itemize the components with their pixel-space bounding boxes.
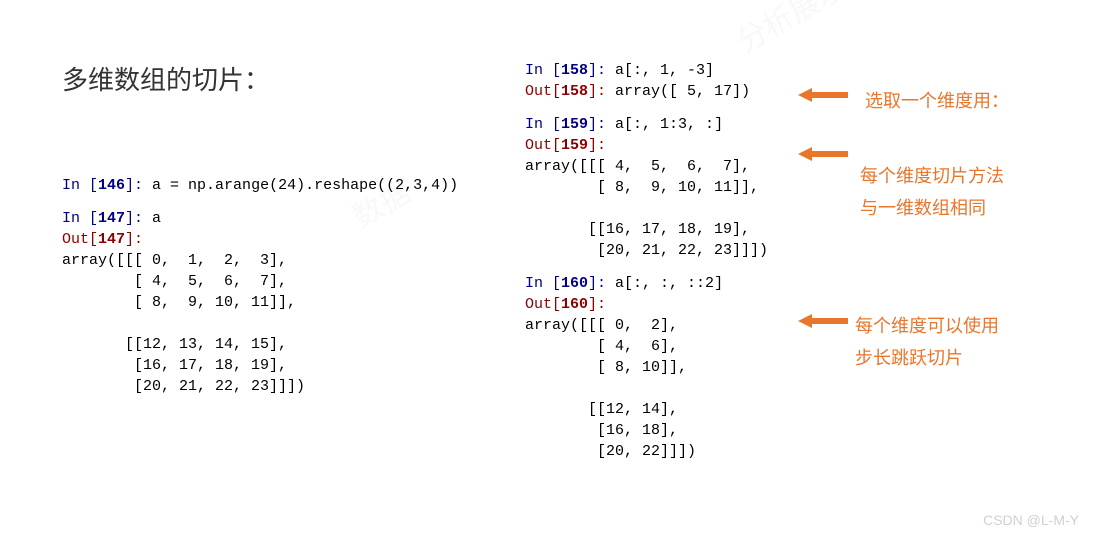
out-prompt-suffix: ]: (588, 83, 615, 100)
in-prompt-prefix: In [ (62, 177, 98, 194)
annotation-3: 每个维度可以使用 步长跳跃切片 (855, 310, 999, 375)
code-cell-158: In [158]: a[:, 1, -3] Out[158]: array([ … (525, 60, 768, 102)
in-prompt-number: 146 (98, 177, 125, 194)
code-content: a[:, 1, -3] (615, 62, 714, 79)
annotation-line: 每个维度可以使用 (855, 310, 999, 342)
in-prompt-prefix: In [ (525, 116, 561, 133)
code-content: a = np.arange(24).reshape((2,3,4)) (152, 177, 458, 194)
in-prompt-suffix: ]: (125, 177, 152, 194)
right-code-column: In [158]: a[:, 1, -3] Out[158]: array([ … (525, 60, 768, 474)
page-title: 多维数组的切片： (62, 60, 270, 97)
in-prompt-suffix: ]: (125, 210, 152, 227)
code-content: a (152, 210, 161, 227)
out-prompt-number: 160 (561, 296, 588, 313)
output-array: array([[[ 0, 1, 2, 3], [ 4, 5, 6, 7], [ … (62, 250, 458, 397)
out-prompt-number: 159 (561, 137, 588, 154)
in-prompt-number: 160 (561, 275, 588, 292)
out-prompt-prefix: Out[ (525, 83, 561, 100)
in-prompt-number: 158 (561, 62, 588, 79)
footer-credit: CSDN @L-M-Y (983, 512, 1079, 528)
out-prompt-prefix: Out[ (525, 296, 561, 313)
arrow-icon (798, 314, 848, 328)
code-cell-160: In [160]: a[:, :, ::2] Out[160]: array([… (525, 273, 768, 462)
in-prompt-prefix: In [ (62, 210, 98, 227)
out-prompt-number: 158 (561, 83, 588, 100)
in-prompt-prefix: In [ (525, 275, 561, 292)
annotation-line: 每个维度切片方法 (860, 160, 1004, 192)
in-prompt-suffix: ]: (588, 62, 615, 79)
in-prompt-number: 147 (98, 210, 125, 227)
in-prompt-suffix: ]: (588, 275, 615, 292)
out-prompt-number: 147 (98, 231, 125, 248)
annotation-2: 每个维度切片方法 与一维数组相同 (860, 160, 1004, 225)
in-prompt-suffix: ]: (588, 116, 615, 133)
code-content: a[:, :, ::2] (615, 275, 723, 292)
out-prompt-prefix: Out[ (525, 137, 561, 154)
out-prompt-suffix: ]: (588, 296, 606, 313)
output-value: array([ 5, 17]) (615, 83, 750, 100)
output-array: array([[[ 0, 2], [ 4, 6], [ 8, 10]], [[1… (525, 315, 768, 462)
out-prompt-prefix: Out[ (62, 231, 98, 248)
code-cell-146: In [146]: a = np.arange(24).reshape((2,3… (62, 175, 458, 196)
out-prompt-suffix: ]: (125, 231, 143, 248)
code-cell-159: In [159]: a[:, 1:3, :] Out[159]: array([… (525, 114, 768, 261)
watermark-text: 分析展示 (727, 0, 853, 61)
arrow-icon (798, 88, 848, 102)
output-array: array([[[ 4, 5, 6, 7], [ 8, 9, 10, 11]],… (525, 156, 768, 261)
code-cell-147: In [147]: a Out[147]: array([[[ 0, 1, 2,… (62, 208, 458, 397)
annotation-line: 步长跳跃切片 (855, 342, 999, 374)
arrow-icon (798, 147, 848, 161)
in-prompt-number: 159 (561, 116, 588, 133)
annotation-line: 与一维数组相同 (860, 192, 1004, 224)
in-prompt-prefix: In [ (525, 62, 561, 79)
left-code-column: In [146]: a = np.arange(24).reshape((2,3… (62, 175, 458, 409)
annotation-1: 选取一个维度用： (865, 85, 1009, 117)
out-prompt-suffix: ]: (588, 137, 606, 154)
code-content: a[:, 1:3, :] (615, 116, 723, 133)
